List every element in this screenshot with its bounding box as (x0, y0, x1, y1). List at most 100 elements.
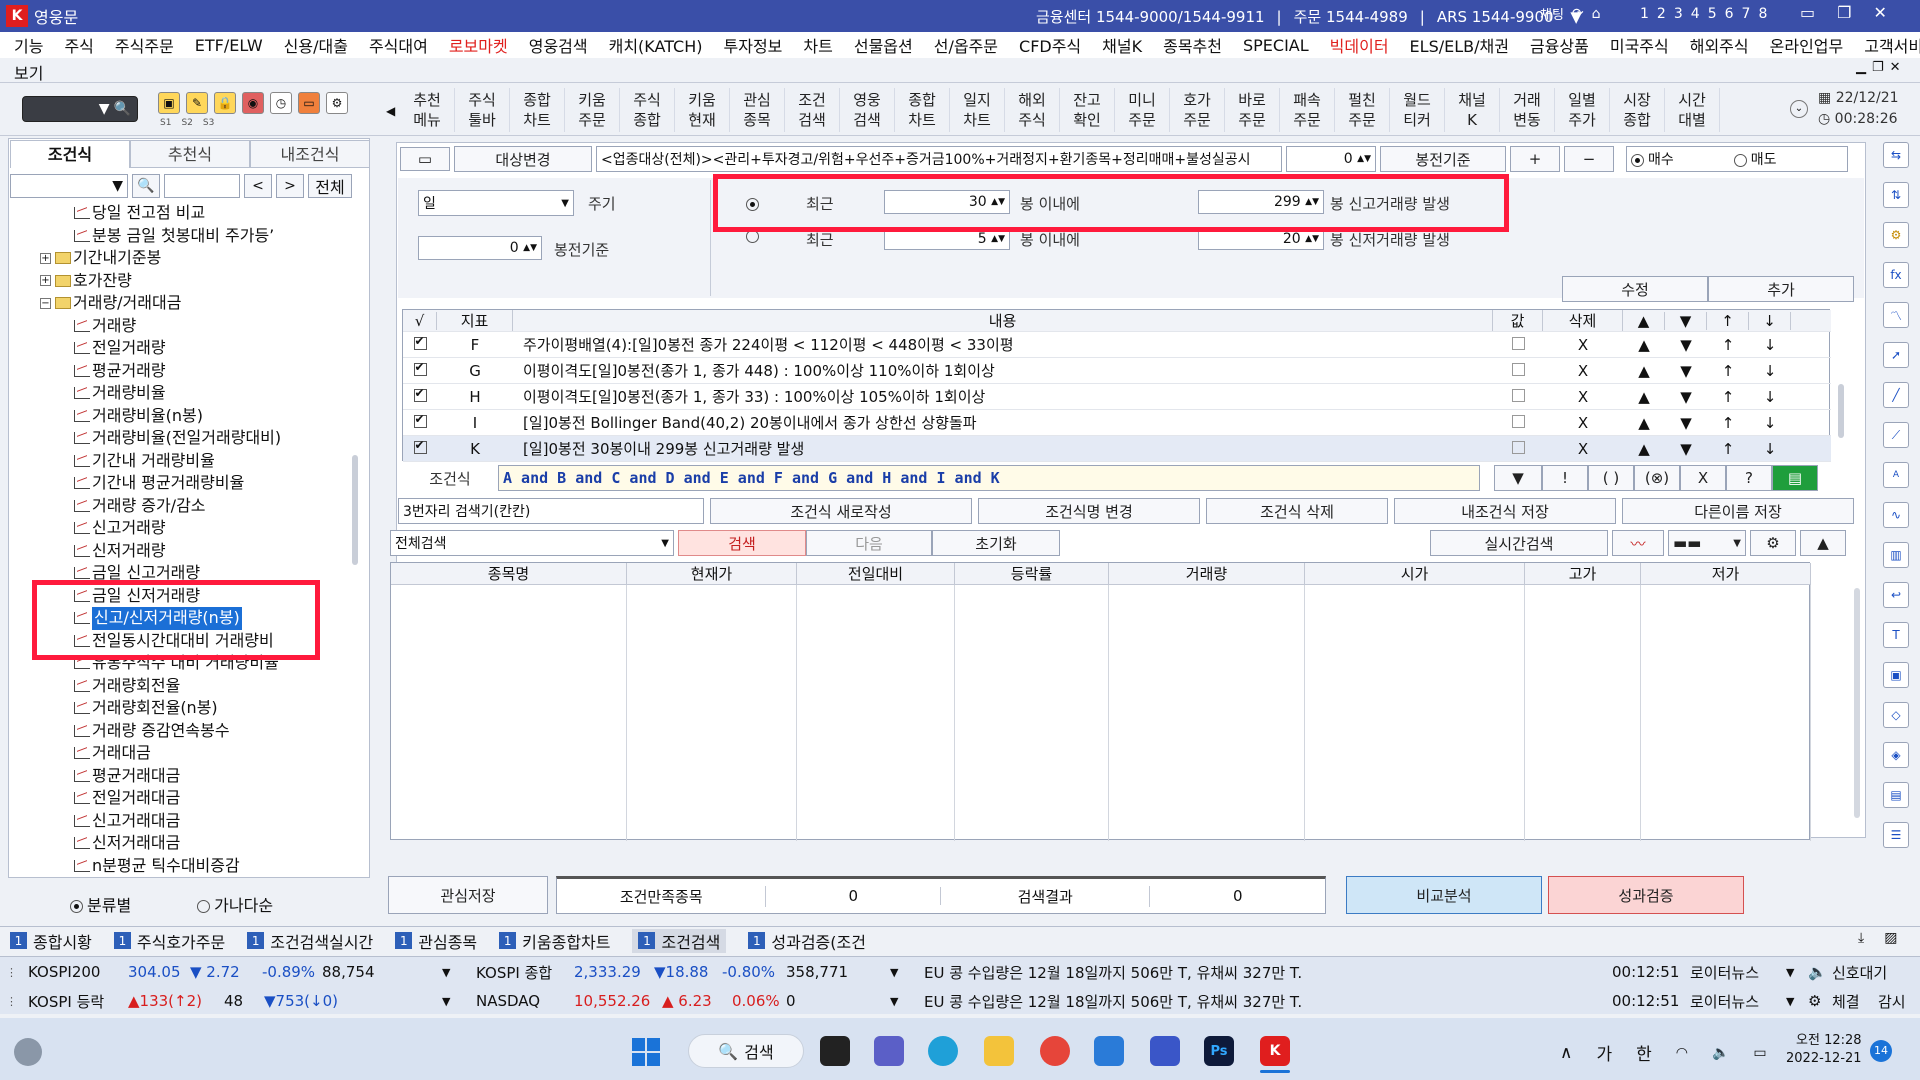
collapse-icon[interactable]: − (40, 297, 51, 309)
line-style-select[interactable]: ▬▬ ▼ (1668, 530, 1746, 556)
excel-icon[interactable]: ▤ (1772, 465, 1818, 491)
row-delete-button[interactable]: X (1543, 336, 1623, 354)
row-move-bottom-button[interactable]: ↓ (1749, 388, 1791, 406)
taskbar-search[interactable]: 🔍 검색 (688, 1034, 804, 1068)
formula-dropdown-button[interactable]: ▼ (1494, 465, 1542, 491)
menu-item-8[interactable]: 캐치(KATCH) (609, 33, 703, 57)
window-tab-tools[interactable]: ⤓ ▨ (1858, 930, 1897, 946)
tab-conditions[interactable]: 조건식 (10, 140, 130, 168)
quick-menu-18[interactable]: 월드 티커 (1390, 88, 1445, 132)
quick-menu-16[interactable]: 패속 주문 (1280, 88, 1335, 132)
quick-menu-2[interactable]: 종합 차트 (510, 88, 565, 132)
window-tab-0[interactable]: 1 종합시황 (10, 929, 92, 953)
quick-menu-13[interactable]: 미니 주문 (1115, 88, 1170, 132)
menu-item-2[interactable]: 주식주문 (115, 33, 174, 57)
pen-icon[interactable]: ✎ (186, 92, 208, 114)
teams-icon[interactable] (874, 1036, 904, 1066)
radio-by-category[interactable]: 분류별 (70, 892, 131, 916)
prev-button[interactable]: < (244, 174, 272, 198)
menu-item-0[interactable]: 기능 (14, 33, 43, 57)
save-icon[interactable]: ▣ (158, 92, 180, 114)
menu-item-3[interactable]: ETF/ELW (195, 36, 263, 55)
menu-item-20[interactable]: 미국주식 (1610, 33, 1669, 57)
quick-menu-15[interactable]: 바로 주문 (1225, 88, 1280, 132)
row-move-bottom-button[interactable]: ↓ (1749, 362, 1791, 380)
row-check-cell[interactable] (403, 412, 437, 432)
formula-help-button[interactable]: ? (1726, 465, 1772, 491)
tree-item[interactable]: 거래량 (30, 315, 355, 338)
tree-item[interactable]: 거래대금 (30, 742, 355, 765)
menu-item-18[interactable]: ELS/ELB/채권 (1410, 33, 1509, 57)
result-header-cell[interactable]: 등락률 (955, 563, 1109, 585)
clock[interactable]: 오전 12:28 2022-12-21 (1786, 1032, 1862, 1068)
news-headline-2[interactable]: EU 콩 수입량은 12월 18일까지 506만 T, 유채씨 327만 T. (924, 991, 1302, 1012)
tray-chevron-icon[interactable]: ∧ (1560, 1043, 1572, 1063)
toolbar-left-arrow-icon[interactable]: ◀ (386, 104, 395, 118)
tree-item[interactable]: 거래량비율(전일거래량대비) (30, 427, 355, 450)
table-row[interactable]: I [일]0봉전 Bollinger Band(40,2) 20봉이내에서 종가 … (403, 410, 1831, 436)
wifi-icon[interactable]: ◠ (1676, 1045, 1688, 1061)
row-move-up-button[interactable]: ▲ (1623, 388, 1665, 406)
speaker-icon[interactable]: 🔈 (1808, 963, 1827, 981)
save-my-condition-button[interactable]: 내조건식 저장 (1394, 498, 1616, 524)
rail-candle-icon[interactable]: ▥ (1883, 542, 1909, 568)
row-checkbox[interactable] (413, 412, 427, 428)
row-checkbox[interactable] (413, 438, 427, 454)
news-dropdown-icon[interactable]: ▼ (1786, 995, 1794, 1008)
collapse-up-icon[interactable]: ▲ (1800, 530, 1846, 556)
row-check-cell[interactable] (403, 360, 437, 380)
rail-chart-icon[interactable]: 〽 (1883, 302, 1909, 328)
row-move-up-button[interactable]: ▲ (1623, 440, 1665, 458)
menu-item-6[interactable]: 로보마켓 (449, 33, 508, 57)
new-condition-button[interactable]: 조건식 새로작성 (710, 498, 972, 524)
row-delete-button[interactable]: X (1543, 414, 1623, 432)
window-tab-1[interactable]: 1 주식호가주문 (113, 929, 225, 953)
formula-not-button[interactable]: ! (1542, 465, 1588, 491)
expand-icon[interactable]: + (40, 252, 51, 264)
value-checkbox[interactable] (1511, 388, 1525, 402)
kiwoom-icon[interactable]: K (1260, 1036, 1290, 1066)
next-button[interactable]: > (276, 174, 304, 198)
menu-item-15[interactable]: 종목추천 (1163, 33, 1222, 57)
news-headline[interactable]: EU 콩 수입량은 12월 18일까지 506만 T, 유채씨 327만 T. (924, 962, 1302, 983)
reset-button[interactable]: 초기화 (932, 530, 1060, 556)
row-move-up-button[interactable]: ▲ (1623, 362, 1665, 380)
rail-trend-icon[interactable]: ⟋ (1883, 422, 1909, 448)
tree-item[interactable]: 당일 전고점 비교 (30, 202, 355, 225)
gear-icon[interactable]: ⚙ (326, 92, 348, 114)
rail-text-icon[interactable]: T (1883, 622, 1909, 648)
row-checkbox[interactable] (413, 360, 427, 376)
row-check-cell[interactable] (403, 438, 437, 458)
chart-line-icon[interactable]: 〰 (1612, 530, 1664, 556)
row-delete-button[interactable]: X (1543, 362, 1623, 380)
quick-menu-4[interactable]: 주식 종합 (620, 88, 675, 132)
formula-clear-paren-button[interactable]: (⊗) (1634, 465, 1680, 491)
menu-search-box[interactable]: ▼ 🔍 (22, 96, 138, 122)
table-scrollbar[interactable] (1838, 384, 1844, 438)
radio-alphabetical[interactable]: 가나다순 (197, 892, 273, 916)
result-header-cell[interactable]: 전일대비 (797, 563, 955, 585)
menu-item-21[interactable]: 해외주식 (1690, 33, 1749, 57)
row-move-down-button[interactable]: ▼ (1665, 362, 1707, 380)
row-move-down-button[interactable]: ▼ (1665, 440, 1707, 458)
menu-item-13[interactable]: CFD주식 (1019, 33, 1081, 57)
rename-condition-button[interactable]: 조건식명 변경 (978, 498, 1200, 524)
target-change-button[interactable]: 대상변경 (454, 146, 592, 172)
ticker-dropdown-icon[interactable]: ▼ (442, 966, 450, 979)
menu-item-19[interactable]: 금융상품 (1530, 33, 1589, 57)
settings-icon[interactable]: ⚙ (1750, 530, 1796, 556)
battery-icon[interactable]: ▭ (1753, 1045, 1766, 1061)
tree-item[interactable]: 평균거래량 (30, 360, 355, 383)
chat-label[interactable]: 채팅 (1540, 4, 1564, 23)
tree-item[interactable]: 평균거래대금 (30, 765, 355, 788)
value-checkbox[interactable] (1511, 362, 1525, 376)
plus-button[interactable]: + (1510, 146, 1560, 172)
save-watchlist-button[interactable]: 관심저장 (388, 876, 548, 914)
tree-item[interactable]: 기간내 평균거래량비율 (30, 472, 355, 495)
menu-item-1[interactable]: 주식 (64, 33, 93, 57)
row-move-down-button[interactable]: ▼ (1665, 414, 1707, 432)
quick-menu-8[interactable]: 영웅 검색 (840, 88, 895, 132)
rail-wave-icon[interactable]: ∿ (1883, 502, 1909, 528)
menu-item-5[interactable]: 주식대여 (369, 33, 428, 57)
row-move-top-button[interactable]: ↑ (1707, 414, 1749, 432)
